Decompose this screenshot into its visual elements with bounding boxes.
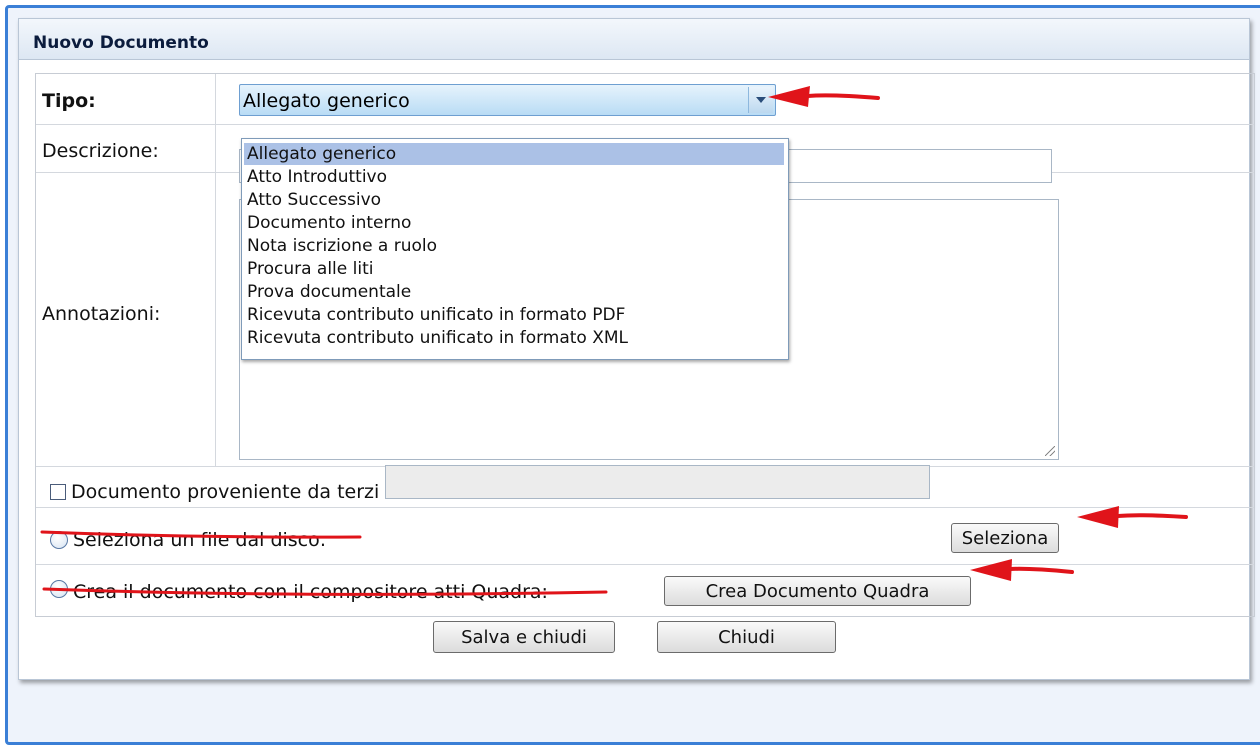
resize-handle-icon[interactable] bbox=[1045, 446, 1055, 456]
save-and-close-button[interactable]: Salva e chiudi bbox=[433, 621, 615, 653]
row-divider bbox=[36, 564, 1254, 565]
dropdown-option[interactable]: Documento interno bbox=[244, 212, 784, 234]
crea-quadra-button[interactable]: Crea Documento Quadra bbox=[664, 576, 971, 606]
column-divider bbox=[215, 74, 216, 467]
dropdown-option[interactable]: Ricevuta contributo unificato in formato… bbox=[244, 327, 784, 349]
annotazioni-label: Annotazioni: bbox=[42, 303, 161, 325]
seleziona-button[interactable]: Seleziona bbox=[951, 523, 1059, 553]
row-divider bbox=[36, 507, 1254, 508]
dropdown-option[interactable]: Atto Introduttivo bbox=[244, 166, 784, 188]
dropdown-option[interactable]: Nota iscrizione a ruolo bbox=[244, 235, 784, 257]
crea-quadra-label: Crea il documento con il compositore att… bbox=[73, 581, 548, 603]
seleziona-file-radio[interactable] bbox=[50, 531, 68, 549]
seleziona-file-label: Seleziona un file dal disco: bbox=[73, 529, 327, 551]
document-form: Tipo: Allegato generico Descrizione: Ann… bbox=[35, 73, 1255, 617]
terzi-checkbox[interactable] bbox=[50, 484, 66, 500]
crea-quadra-radio[interactable] bbox=[50, 580, 68, 598]
panel-title: Nuovo Documento bbox=[33, 33, 209, 53]
panel-header: Nuovo Documento bbox=[19, 19, 1249, 60]
row-divider bbox=[36, 124, 1254, 125]
chevron-down-icon[interactable] bbox=[748, 87, 773, 113]
tipo-dropdown-list: Allegato generico Atto Introduttivo Atto… bbox=[241, 138, 789, 360]
tipo-selected-value: Allegato generico bbox=[243, 90, 410, 112]
tipo-select[interactable]: Allegato generico bbox=[239, 84, 776, 116]
tipo-label: Tipo: bbox=[42, 90, 96, 112]
file-path-field bbox=[385, 465, 930, 499]
new-document-panel: Nuovo Documento Tipo: Allegato generico … bbox=[18, 18, 1255, 680]
dropdown-option[interactable]: Prova documentale bbox=[244, 281, 784, 303]
descrizione-label: Descrizione: bbox=[42, 140, 159, 162]
dropdown-option[interactable]: Ricevuta contributo unificato in formato… bbox=[244, 304, 784, 326]
close-button[interactable]: Chiudi bbox=[657, 621, 836, 653]
terzi-label: Documento proveniente da terzi bbox=[71, 481, 380, 503]
dropdown-option[interactable]: Allegato generico bbox=[244, 143, 784, 165]
dropdown-option[interactable]: Procura alle liti bbox=[244, 258, 784, 280]
dropdown-option[interactable]: Atto Successivo bbox=[244, 189, 784, 211]
